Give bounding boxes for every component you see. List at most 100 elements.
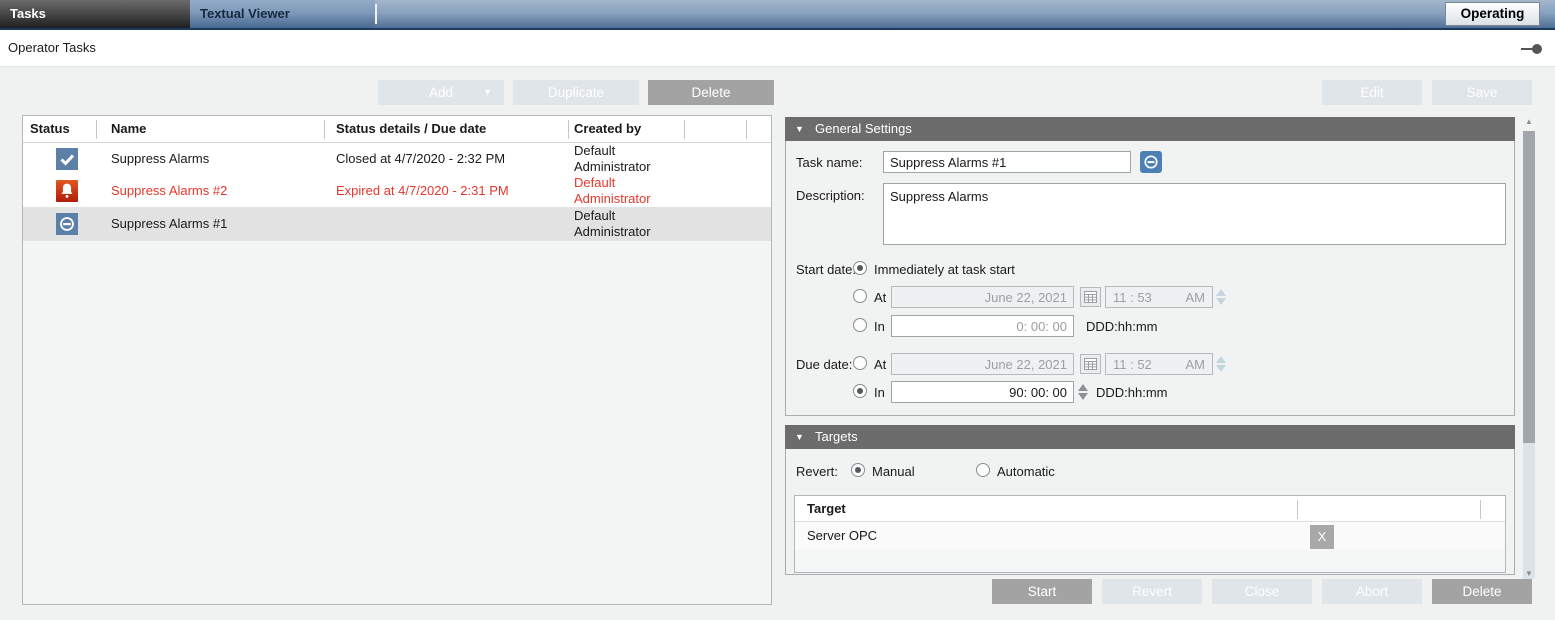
column-separator[interactable]: [96, 120, 97, 139]
task-created-by: Default Administrator: [574, 208, 679, 240]
radio-revert-manual[interactable]: [851, 463, 865, 477]
delete-button[interactable]: Delete: [1432, 579, 1532, 604]
column-separator[interactable]: [568, 120, 569, 139]
breadcrumb-row: Operator Tasks: [0, 30, 1555, 67]
operator-tasks-screen: Tasks Textual Viewer Operating Operator …: [0, 0, 1555, 620]
due-in-duration-spinner[interactable]: [1078, 384, 1090, 400]
pin-icon[interactable]: [1521, 44, 1543, 54]
start-at-calendar-button[interactable]: [1080, 287, 1101, 307]
targets-table: Target Server OPC X: [794, 495, 1506, 573]
task-row-suppress-alarms-2[interactable]: Suppress Alarms #2 Expired at 4/7/2020 -…: [23, 175, 771, 207]
add-button[interactable]: Add ▼: [378, 80, 504, 105]
radio-revert-automatic[interactable]: [976, 463, 990, 477]
column-header-name[interactable]: Name: [111, 121, 146, 136]
task-details: Closed at 4/7/2020 - 2:32 PM: [336, 143, 505, 175]
tab-tasks-label: Tasks: [10, 6, 46, 21]
due-at-time-value: 11 : 52: [1113, 357, 1152, 372]
scrollbar-thumb[interactable]: [1523, 131, 1535, 443]
general-settings-panel: Task name: Description: Suppress Alarms …: [785, 141, 1515, 416]
duplicate-button[interactable]: Duplicate: [513, 80, 639, 105]
due-at-date-field[interactable]: [891, 353, 1074, 375]
start-duration-format-label: DDD:hh:mm: [1086, 319, 1158, 334]
page-title: Operator Tasks: [8, 40, 96, 55]
task-name: Suppress Alarms #2: [111, 175, 227, 207]
target-row-server-opc[interactable]: Server OPC X: [795, 522, 1505, 550]
targets-table-header: Target: [795, 496, 1505, 522]
calendar-icon: [1084, 358, 1097, 370]
task-status-suspend-button[interactable]: [1140, 151, 1162, 173]
radio-start-in[interactable]: [853, 318, 867, 332]
radio-due-in[interactable]: [853, 384, 867, 398]
column-separator[interactable]: [684, 120, 685, 139]
task-created-by: Default Administrator: [574, 175, 679, 207]
start-date-label: Start date:: [796, 262, 856, 277]
edit-button[interactable]: Edit: [1322, 80, 1422, 105]
save-button[interactable]: Save: [1432, 80, 1532, 105]
column-separator[interactable]: [1480, 500, 1481, 519]
task-suspended-icon: [56, 213, 78, 235]
start-at-time-field[interactable]: 11 : 53 AM: [1105, 286, 1213, 308]
add-dropdown-arrow-icon[interactable]: ▼: [483, 80, 492, 105]
due-duration-format-label: DDD:hh:mm: [1096, 385, 1168, 400]
close-button[interactable]: Close: [1212, 579, 1312, 604]
remove-target-button[interactable]: X: [1310, 525, 1334, 549]
radio-revert-automatic-label: Automatic: [997, 464, 1055, 479]
task-row-suppress-alarms[interactable]: Suppress Alarms Closed at 4/7/2020 - 2:3…: [23, 143, 771, 175]
column-separator[interactable]: [1297, 500, 1298, 519]
delete-task-button[interactable]: Delete: [648, 80, 774, 105]
task-name: Suppress Alarms #1: [111, 207, 227, 241]
tab-textual-viewer[interactable]: Textual Viewer: [190, 0, 375, 28]
collapse-triangle-icon[interactable]: ▼: [795, 425, 804, 449]
start-at-date-field[interactable]: [891, 286, 1074, 308]
target-name: Server OPC: [807, 528, 877, 543]
tab-textual-viewer-label: Textual Viewer: [200, 6, 290, 21]
due-at-time-spinner[interactable]: [1216, 356, 1228, 372]
column-separator[interactable]: [324, 120, 325, 139]
targets-title: Targets: [815, 425, 858, 449]
general-settings-header[interactable]: ▼ General Settings: [785, 117, 1515, 141]
column-separator[interactable]: [746, 120, 747, 139]
due-at-calendar-button[interactable]: [1080, 354, 1101, 374]
add-button-label: Add: [429, 85, 453, 100]
column-header-status[interactable]: Status: [30, 121, 70, 136]
due-date-label: Due date:: [796, 357, 852, 372]
circle-minus-icon: [1142, 153, 1160, 171]
column-header-created-by[interactable]: Created by: [574, 121, 641, 136]
task-list-panel: Status Name Status details / Due date Cr…: [22, 115, 772, 605]
task-row-suppress-alarms-1-selected[interactable]: Suppress Alarms #1 Default Administrator: [23, 207, 771, 241]
vertical-scrollbar[interactable]: ▲ ▼: [1520, 115, 1538, 581]
start-in-duration-field[interactable]: [891, 315, 1074, 337]
revert-button[interactable]: Revert: [1102, 579, 1202, 604]
start-at-time-spinner[interactable]: [1216, 289, 1228, 305]
scroll-up-arrow-icon[interactable]: ▲: [1520, 115, 1538, 129]
radio-start-immediately-label: Immediately at task start: [874, 262, 1015, 277]
tab-tasks[interactable]: Tasks: [0, 0, 190, 28]
due-at-time-field[interactable]: 11 : 52 AM: [1105, 353, 1213, 375]
target-column-header[interactable]: Target: [807, 501, 846, 516]
top-tab-bar: Tasks Textual Viewer Operating: [0, 0, 1555, 30]
task-expired-alarm-icon: [56, 180, 78, 202]
revert-label: Revert:: [796, 464, 838, 479]
task-table-header: Status Name Status details / Due date Cr…: [23, 116, 771, 143]
radio-revert-manual-label: Manual: [872, 464, 915, 479]
task-name: Suppress Alarms: [111, 143, 209, 175]
targets-header[interactable]: ▼ Targets: [785, 425, 1515, 449]
column-header-details[interactable]: Status details / Due date: [336, 121, 486, 136]
abort-button[interactable]: Abort: [1322, 579, 1422, 604]
due-in-duration-field[interactable]: [891, 381, 1074, 403]
start-button[interactable]: Start: [992, 579, 1092, 604]
description-textarea[interactable]: Suppress Alarms: [883, 183, 1506, 245]
radio-start-at[interactable]: [853, 289, 867, 303]
radio-due-in-label: In: [874, 385, 885, 400]
radio-due-at[interactable]: [853, 356, 867, 370]
radio-start-at-label: At: [874, 290, 886, 305]
collapse-triangle-icon[interactable]: ▼: [795, 117, 804, 141]
due-at-ampm: AM: [1186, 357, 1206, 372]
radio-start-immediately[interactable]: [853, 261, 867, 275]
task-closed-check-icon: [56, 148, 78, 170]
task-name-input[interactable]: [883, 151, 1131, 173]
start-at-ampm: AM: [1186, 290, 1206, 305]
calendar-icon: [1084, 291, 1097, 303]
operating-button[interactable]: Operating: [1445, 2, 1540, 26]
scrollbar-track[interactable]: [1523, 443, 1535, 579]
